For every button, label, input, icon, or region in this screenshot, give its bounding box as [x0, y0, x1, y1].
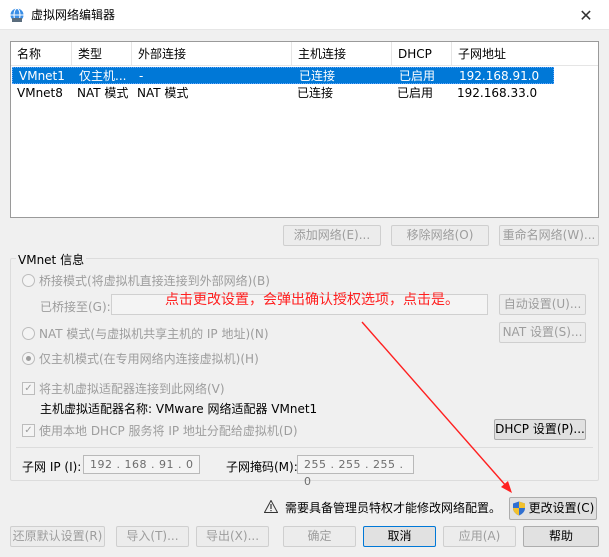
subnet-ip-label: 子网 IP (I): — [22, 460, 82, 474]
host-only-label: 仅主机模式(在专用网络内连接虚拟机)(H) — [39, 352, 259, 366]
cell-subnet: 192.168.91.0 — [459, 69, 540, 83]
nat-mode-label: NAT 模式(与虚拟机共享主机的 IP 地址)(N) — [39, 327, 269, 341]
cell-type: NAT 模式 — [77, 86, 129, 100]
tutorial-annotation: 点击更改设置，会弹出确认授权选项，点击是。 — [165, 292, 459, 308]
network-list[interactable]: 名称 类型 外部连接 主机连接 DHCP 子网地址 VMnet1 仅主机... … — [10, 41, 599, 218]
bridged-to-label: 已桥接至(G): — [40, 300, 111, 314]
cell-host: 已连接 — [297, 86, 334, 100]
column-header-type[interactable]: 类型 — [72, 42, 132, 66]
cell-external: NAT 模式 — [137, 86, 189, 100]
subnet-mask-label: 子网掩码(M): — [226, 460, 298, 474]
table-row[interactable]: VMnet1 仅主机... - 已连接 已启用 192.168.91.0 — [12, 67, 554, 84]
export-button[interactable]: 导出(X)... — [196, 526, 269, 547]
cell-dhcp: 已启用 — [399, 69, 436, 83]
apply-button[interactable]: 应用(A) — [443, 526, 516, 547]
window-title: 虚拟网络编辑器 — [31, 8, 116, 22]
warning-icon — [264, 500, 278, 513]
close-icon: ✕ — [579, 5, 593, 25]
radio-indicator — [22, 274, 35, 287]
close-button[interactable]: ✕ — [563, 0, 609, 30]
network-editor-icon — [10, 8, 24, 22]
restore-defaults-button[interactable]: 还原默认设置(R) — [10, 526, 105, 547]
host-only-radio[interactable]: 仅主机模式(在专用网络内连接虚拟机)(H) — [22, 350, 259, 367]
cell-subnet: 192.168.33.0 — [457, 86, 538, 100]
column-header-external[interactable]: 外部连接 — [132, 42, 292, 66]
dhcp-settings-button[interactable]: DHCP 设置(P)... — [494, 419, 586, 440]
title-bar: 虚拟网络编辑器 ✕ — [0, 0, 609, 30]
table-row[interactable]: VMnet8 NAT 模式 NAT 模式 已连接 已启用 192.168.33.… — [11, 85, 598, 102]
list-header: 名称 类型 外部连接 主机连接 DHCP 子网地址 — [11, 42, 598, 66]
cell-dhcp: 已启用 — [397, 86, 434, 100]
connect-adapter-checkbox[interactable]: ✓ 将主机虚拟适配器连接到此网络(V) — [22, 380, 225, 397]
use-dhcp-label: 使用本地 DHCP 服务将 IP 地址分配给虚拟机(D) — [39, 424, 298, 438]
rename-network-button[interactable]: 重命名网络(W)... — [499, 225, 599, 246]
vmnet-info-legend: VMnet 信息 — [16, 251, 87, 268]
help-button[interactable]: 帮助 — [523, 526, 599, 547]
column-header-subnet[interactable]: 子网地址 — [452, 42, 598, 66]
import-button[interactable]: 导入(T)... — [116, 526, 189, 547]
cell-name: VMnet8 — [17, 86, 63, 100]
bridged-mode-radio[interactable]: 桥接模式(将虚拟机直接连接到外部网络)(B) — [22, 272, 270, 289]
cell-external: - — [139, 69, 144, 83]
cancel-button[interactable]: 取消 — [363, 526, 436, 547]
radio-indicator — [22, 352, 35, 365]
subnet-ip-input[interactable]: 192 . 168 . 91 . 0 — [83, 455, 200, 474]
change-settings-label: 更改设置(C) — [528, 501, 595, 515]
remove-network-button[interactable]: 移除网络(O) — [391, 225, 489, 246]
radio-indicator — [22, 327, 35, 340]
connect-adapter-label: 将主机虚拟适配器连接到此网络(V) — [39, 382, 225, 396]
divider — [16, 447, 593, 448]
bridged-mode-label: 桥接模式(将虚拟机直接连接到外部网络)(B) — [39, 274, 270, 288]
nat-settings-button[interactable]: NAT 设置(S)... — [499, 322, 586, 343]
subnet-mask-input[interactable]: 255 . 255 . 255 . 0 — [297, 455, 414, 488]
cell-host: 已连接 — [299, 69, 336, 83]
uac-shield-icon — [512, 501, 525, 516]
column-header-dhcp[interactable]: DHCP — [392, 42, 452, 66]
check-icon: ✓ — [22, 424, 35, 437]
check-icon: ✓ — [22, 382, 35, 395]
nat-mode-radio[interactable]: NAT 模式(与虚拟机共享主机的 IP 地址)(N) — [22, 325, 269, 342]
cell-type: 仅主机... — [79, 69, 127, 83]
admin-notice: 需要具备管理员特权才能修改网络配置。 — [285, 501, 502, 515]
auto-settings-button[interactable]: 自动设置(U)... — [499, 294, 586, 315]
use-dhcp-checkbox[interactable]: ✓ 使用本地 DHCP 服务将 IP 地址分配给虚拟机(D) — [22, 422, 298, 439]
column-header-name[interactable]: 名称 — [11, 42, 72, 66]
cell-name: VMnet1 — [19, 69, 65, 83]
add-network-button[interactable]: 添加网络(E)... — [283, 225, 381, 246]
ok-button[interactable]: 确定 — [283, 526, 356, 547]
adapter-name-label: 主机虚拟适配器名称: VMware 网络适配器 VMnet1 — [40, 402, 318, 416]
column-header-host[interactable]: 主机连接 — [292, 42, 392, 66]
change-settings-button[interactable]: 更改设置(C) — [509, 497, 597, 520]
